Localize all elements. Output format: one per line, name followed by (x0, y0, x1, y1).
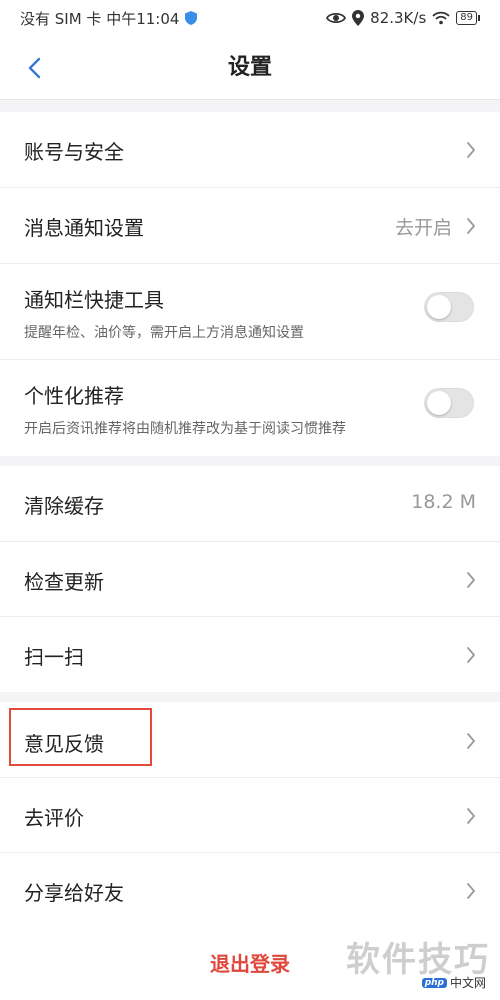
notification-toolbar-toggle[interactable] (424, 292, 474, 322)
row-subtitle: 提醒年检、油价等，需开启上方消息通知设置 (24, 325, 304, 341)
row-title: 意见反馈 (24, 732, 104, 756)
row-account-security[interactable]: 账号与安全 (0, 112, 500, 188)
net-speed: 82.3K/s (370, 9, 427, 27)
chevron-left-icon (28, 57, 41, 79)
toggle-knob (427, 391, 451, 415)
chevron-right-icon (467, 808, 475, 824)
row-notification-toolbar: 通知栏快捷工具 提醒年检、油价等，需开启上方消息通知设置 (0, 264, 500, 360)
row-check-update[interactable]: 检查更新 (0, 542, 500, 617)
logout-area: 退出登录 (0, 928, 500, 1000)
chevron-right-icon (467, 647, 475, 663)
status-bar: 没有 SIM 卡 中午11:04 82.3K/s 89 (0, 0, 500, 36)
status-right: 82.3K/s 89 (326, 9, 480, 27)
row-share[interactable]: 分享给好友 (0, 853, 500, 928)
battery-cap (478, 15, 480, 21)
row-notification-settings[interactable]: 消息通知设置 去开启 (0, 188, 500, 264)
row-title: 账号与安全 (24, 140, 124, 164)
back-button[interactable] (14, 50, 54, 86)
eye-icon (326, 12, 347, 24)
battery-icon: 89 (456, 11, 480, 25)
row-subtitle: 开启后资讯推荐将由随机推荐改为基于阅读习惯推荐 (24, 421, 346, 437)
chevron-right-icon (467, 218, 475, 234)
row-value: 去开启 (394, 217, 452, 239)
row-title: 去评价 (24, 806, 84, 830)
toggle-knob (427, 295, 451, 319)
wifi-icon (432, 11, 450, 25)
carrier-time: 没有 SIM 卡 中午11:04 (20, 9, 180, 28)
row-title: 检查更新 (24, 570, 104, 594)
cache-size: 18.2 M (411, 491, 476, 513)
settings-group-1: 账号与安全 消息通知设置 去开启 通知栏快捷工具 提醒年检、油价等，需开启上方消… (0, 112, 500, 456)
status-left: 没有 SIM 卡 中午11:04 (20, 8, 198, 29)
shield-icon (185, 11, 198, 25)
row-scan[interactable]: 扫一扫 (0, 617, 500, 692)
row-feedback[interactable]: 意见反馈 (0, 702, 500, 778)
row-title: 扫一扫 (24, 645, 84, 669)
chevron-right-icon (467, 572, 475, 588)
settings-group-3: 意见反馈 去评价 分享给好友 (0, 702, 500, 928)
row-title: 消息通知设置 (24, 216, 144, 240)
row-personalized-recommend: 个性化推荐 开启后资讯推荐将由随机推荐改为基于阅读习惯推荐 (0, 360, 500, 456)
settings-group-2: 清除缓存 18.2 M 检查更新 扫一扫 (0, 466, 500, 692)
personalized-recommend-toggle[interactable] (424, 388, 474, 418)
row-title: 通知栏快捷工具 (24, 288, 164, 312)
logout-button[interactable]: 退出登录 (150, 946, 350, 982)
location-icon (352, 10, 365, 26)
page-title: 设置 (227, 55, 272, 80)
row-title: 个性化推荐 (24, 384, 124, 408)
battery-level: 89 (456, 11, 477, 25)
chevron-right-icon (467, 883, 475, 899)
chevron-right-icon (467, 733, 475, 749)
chevron-right-icon (467, 142, 475, 158)
row-clear-cache[interactable]: 清除缓存 18.2 M (0, 466, 500, 542)
row-title: 分享给好友 (24, 881, 124, 905)
row-rate[interactable]: 去评价 (0, 778, 500, 853)
nav-bar: 设置 (0, 36, 500, 100)
row-title: 清除缓存 (24, 494, 104, 518)
